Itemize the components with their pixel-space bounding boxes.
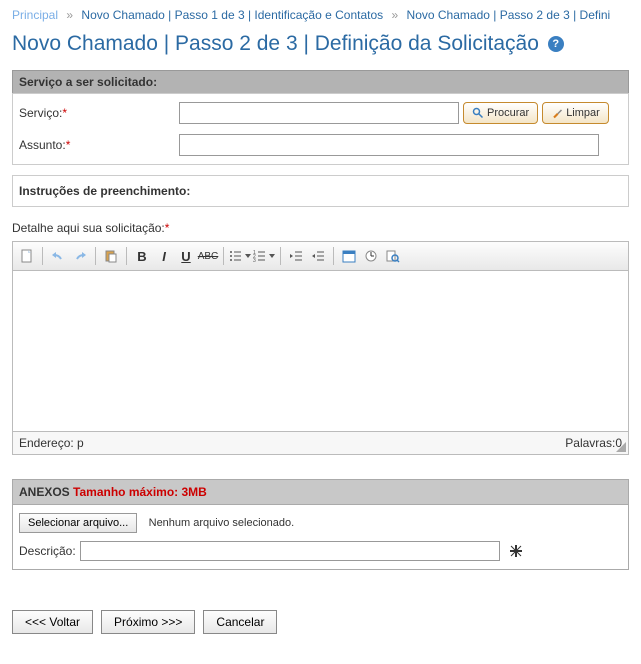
editor-textarea[interactable]: [13, 271, 628, 431]
breadcrumb-link-step2[interactable]: Novo Chamado | Passo 2 de 3 | Defini: [407, 8, 611, 22]
breadcrumb-sep: »: [392, 8, 399, 22]
nav-buttons: <<< Voltar Próximo >>> Cancelar: [12, 610, 629, 634]
procurar-button[interactable]: Procurar: [463, 102, 538, 124]
editor-footer: Endereço: p Palavras:0: [13, 431, 628, 454]
editor-toolbar: B I U ABC 123: [13, 242, 628, 271]
bullet-list-icon[interactable]: [229, 249, 251, 263]
next-button[interactable]: Próximo >>>: [101, 610, 195, 634]
broom-icon: [551, 107, 563, 119]
choose-file-button[interactable]: Selecionar arquivo...: [19, 513, 137, 533]
preview-icon[interactable]: [383, 246, 403, 266]
assunto-label: Assunto:*: [19, 138, 179, 152]
service-section-header: Serviço a ser solicitado:: [12, 70, 629, 93]
descricao-label: Descrição:: [19, 544, 76, 558]
page-title: Novo Chamado | Passo 2 de 3 | Definição …: [12, 32, 629, 56]
servico-input[interactable]: [179, 102, 459, 124]
indent-icon[interactable]: [308, 246, 328, 266]
descricao-input[interactable]: [80, 541, 500, 561]
attachments-header: ANEXOS Tamanho máximo: 3MB: [13, 480, 628, 505]
instructions-box: Instruções de preenchimento:: [12, 175, 629, 207]
newdoc-icon[interactable]: [17, 246, 37, 266]
limpar-button[interactable]: Limpar: [542, 102, 609, 124]
editor-word-count: Palavras:0: [565, 436, 622, 450]
strike-icon[interactable]: ABC: [198, 246, 218, 266]
servico-label: Serviço:*: [19, 106, 179, 120]
paste-icon[interactable]: [101, 246, 121, 266]
help-icon[interactable]: ?: [548, 36, 564, 52]
bold-icon[interactable]: B: [132, 246, 152, 266]
add-attachment-icon[interactable]: [508, 543, 524, 559]
italic-icon[interactable]: I: [154, 246, 174, 266]
service-section-body: Serviço:* Procurar Limpar Assunto:*: [12, 93, 629, 165]
cancel-button[interactable]: Cancelar: [203, 610, 277, 634]
breadcrumb-sep: »: [66, 8, 73, 22]
rich-text-editor: B I U ABC 123 Endereço: p Palavras:0: [12, 241, 629, 455]
breadcrumb: Principal » Novo Chamado | Passo 1 de 3 …: [12, 8, 629, 22]
underline-icon[interactable]: U: [176, 246, 196, 266]
search-icon: [472, 107, 484, 119]
detail-label: Detalhe aqui sua solicitação:*: [12, 221, 629, 235]
resize-handle-icon[interactable]: [616, 442, 626, 452]
svg-text:3: 3: [253, 258, 256, 263]
assunto-input[interactable]: [179, 134, 599, 156]
breadcrumb-link-step1[interactable]: Novo Chamado | Passo 1 de 3 | Identifica…: [81, 8, 383, 22]
undo-icon[interactable]: [48, 246, 68, 266]
file-status: Nenhum arquivo selecionado.: [149, 517, 295, 529]
redo-icon[interactable]: [70, 246, 90, 266]
number-list-icon[interactable]: 123: [253, 249, 275, 263]
breadcrumb-link-principal[interactable]: Principal: [12, 8, 58, 22]
editor-path: Endereço: p: [19, 436, 84, 450]
time-icon[interactable]: [361, 246, 381, 266]
date-icon[interactable]: [339, 246, 359, 266]
back-button[interactable]: <<< Voltar: [12, 610, 93, 634]
attachments-section: ANEXOS Tamanho máximo: 3MB Selecionar ar…: [12, 479, 629, 570]
outdent-icon[interactable]: [286, 246, 306, 266]
